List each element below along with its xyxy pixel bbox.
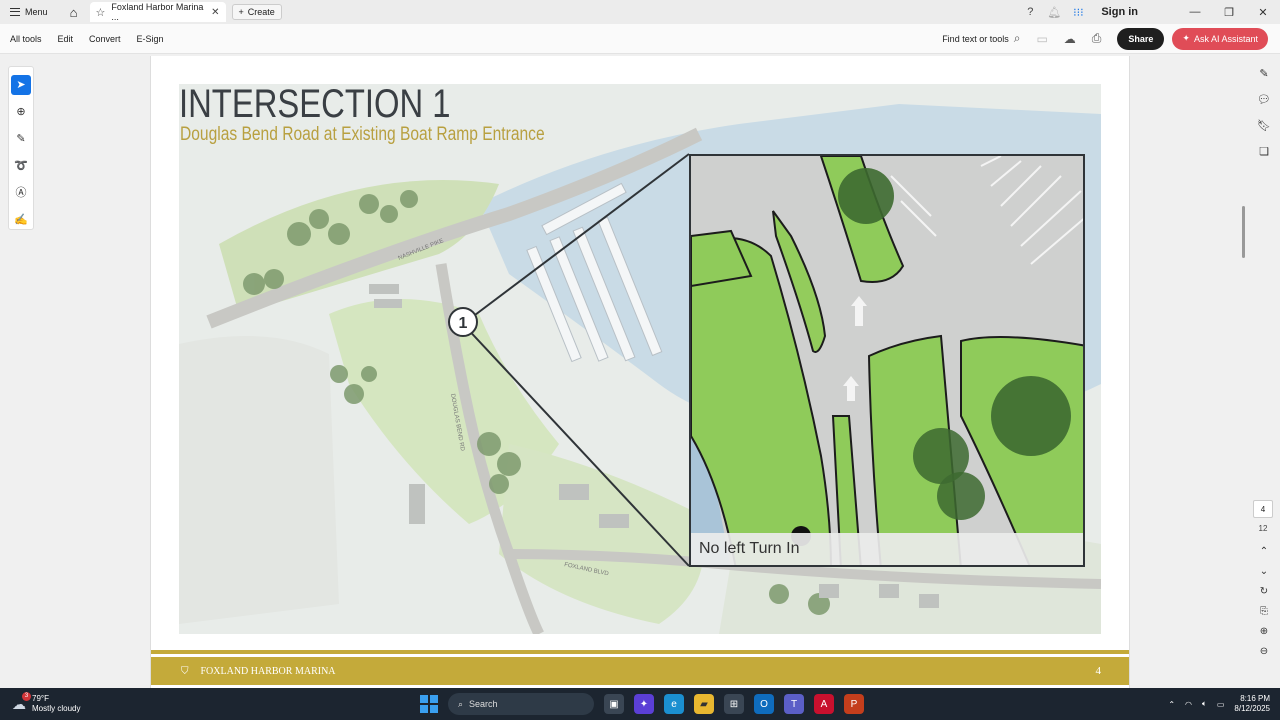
find-text-button[interactable]: Find text or tools ⌕ (942, 31, 1020, 46)
zoom-out-icon[interactable]: ⊖ (1260, 646, 1268, 657)
minimize-icon[interactable]: — (1178, 6, 1212, 19)
zoom-in-icon[interactable]: ⊕ (1260, 626, 1268, 637)
quick-tools-panel: ➤ ⊕ ✎ ➰ Ⓐ ✍ (8, 66, 34, 230)
page-up-icon[interactable]: ⌃ (1260, 546, 1268, 557)
close-window-icon[interactable]: ✕ (1246, 6, 1280, 19)
help-icon[interactable]: ? (1023, 6, 1037, 18)
intersection-detail-inset: No left Turn In (689, 154, 1085, 567)
outlook-icon[interactable]: O (754, 694, 774, 714)
footer-page-mark: 4 (1095, 665, 1102, 677)
footer-rule (151, 650, 1129, 654)
print-icon[interactable]: ⎙ (1092, 31, 1102, 46)
create-label: Create (247, 7, 275, 17)
weather-condition: Mostly cloudy (32, 704, 81, 713)
home-icon[interactable]: ⌂ (64, 2, 84, 22)
file-explorer-icon[interactable]: ▰ (694, 694, 714, 714)
intersection-detail-illustration (691, 156, 1083, 565)
select-cursor-icon[interactable]: ➤ (11, 75, 31, 95)
volume-icon[interactable]: 🔈︎ (1202, 699, 1207, 709)
vertical-scrollbar[interactable] (1242, 206, 1245, 258)
document-workspace: ➤ ⊕ ✎ ➰ Ⓐ ✍ NASHVILLE PIKE DOUGLAS BEND … (0, 54, 1280, 688)
refresh-icon[interactable]: ↻ (1260, 586, 1268, 597)
store-icon[interactable]: ⊞ (724, 694, 744, 714)
save-icon[interactable]: ▭ (1036, 32, 1047, 46)
menu-label: Menu (25, 7, 48, 17)
teams-icon[interactable]: T (784, 694, 804, 714)
ai-assistant-icon: ✦ (1182, 33, 1190, 43)
task-view-icon[interactable]: ▣ (604, 694, 624, 714)
title-bar: Menu ⌂ ☆ Foxland Harbor Marina ... ✕ + C… (0, 0, 1280, 24)
maximize-icon[interactable]: ❐ (1212, 6, 1246, 19)
tab-title: Foxland Harbor Marina ... (111, 2, 204, 22)
weather-widget[interactable]: ☁ 3 79°F Mostly cloudy (0, 691, 420, 714)
search-placeholder: Search (469, 699, 498, 709)
page-footer: ⛉ FOXLAND HARBOR MARINA 4 (151, 657, 1129, 685)
menu-button[interactable]: Menu (0, 0, 58, 24)
windows-taskbar: ☁ 3 79°F Mostly cloudy ⌕ Search ▣ ✦ e ▰ ⊞… (0, 688, 1280, 720)
star-icon[interactable]: ☆ (96, 6, 106, 19)
bookmark-icon[interactable]: 🔖︎ (1257, 112, 1271, 138)
sign-stamp-icon[interactable]: ✍ (11, 209, 31, 229)
time: 8:16 PM (1240, 694, 1270, 703)
page-down-icon[interactable]: ⌄ (1260, 566, 1268, 577)
ask-ai-assistant-button[interactable]: ✦ Ask AI Assistant (1172, 27, 1268, 50)
clock[interactable]: 8:16 PM 8/12/2025 (1234, 694, 1270, 714)
weather-badge: 3 (22, 691, 31, 701)
esign-menu[interactable]: E-Sign (137, 34, 164, 44)
search-icon: ⌕ (458, 698, 464, 709)
powerpoint-icon[interactable]: P (844, 694, 864, 714)
apps-grid-icon[interactable]: ⁝⁝⁝ (1071, 6, 1085, 19)
find-label: Find text or tools (942, 33, 1009, 44)
copilot-icon[interactable]: ✦ (634, 694, 654, 714)
battery-icon[interactable]: ▭ (1217, 700, 1225, 709)
edge-icon[interactable]: e (664, 694, 684, 714)
cloud-upload-icon[interactable]: ☁ (1064, 32, 1076, 46)
pdf-page: NASHVILLE PIKE DOUGLAS BEND RD FOXLAND B… (150, 56, 1130, 688)
close-tab-icon[interactable]: ✕ (211, 7, 219, 18)
wifi-icon[interactable]: ◠ (1185, 700, 1192, 709)
search-icon: ⌕ (1013, 31, 1021, 45)
page-subtitle: Douglas Bend Road at Existing Boat Ramp … (180, 124, 545, 145)
lasso-draw-icon[interactable]: ➰ (11, 155, 31, 175)
create-button[interactable]: + Create (231, 4, 282, 20)
comment-icon[interactable]: 💬︎ (1257, 86, 1271, 112)
date: 8/12/2025 (1234, 704, 1270, 713)
acrobat-icon[interactable]: A (814, 694, 834, 714)
ai-assistant-label: Ask AI Assistant (1193, 33, 1258, 44)
chevron-up-icon[interactable]: ⌃ (1168, 700, 1175, 709)
edit-menu[interactable]: Edit (58, 34, 74, 44)
main-toolbar: All tools Edit Convert E-Sign Find text … (0, 24, 1280, 54)
current-page-field[interactable]: 4 (1253, 500, 1273, 518)
edit-panel-icon[interactable]: ✎ (1259, 60, 1268, 86)
convert-menu[interactable]: Convert (89, 34, 121, 44)
footer-text: FOXLAND HARBOR MARINA (200, 665, 336, 677)
document-tab[interactable]: ☆ Foxland Harbor Marina ... ✕ (89, 2, 226, 22)
all-tools-menu[interactable]: All tools (10, 34, 42, 44)
temperature: 79°F (32, 694, 49, 703)
page-title: INTERSECTION 1 (179, 82, 451, 126)
pen-highlight-icon[interactable]: ✎ (11, 129, 31, 149)
zoom-comment-icon[interactable]: ⊕ (11, 102, 31, 122)
text-select-icon[interactable]: Ⓐ (11, 182, 31, 202)
windows-start-icon[interactable] (420, 695, 438, 713)
inset-caption: No left Turn In (691, 533, 1083, 565)
notification-icon[interactable]: 🔔︎ (1047, 6, 1061, 19)
hamburger-icon (10, 8, 20, 16)
sign-in-button[interactable]: Sign in (1101, 6, 1138, 18)
total-pages: 12 (1258, 524, 1268, 533)
marker-label: 1 (459, 315, 468, 332)
save-page-icon[interactable]: ⎘ (1260, 606, 1268, 617)
share-button[interactable]: Share (1117, 27, 1165, 50)
taskbar-search[interactable]: ⌕ Search (448, 693, 594, 715)
cloud-icon: ☁ 3 (12, 691, 31, 713)
pages-icon[interactable]: ❏ (1259, 138, 1269, 164)
plus-icon: + (238, 7, 244, 17)
system-tray: ⌃ ◠ 🔈︎ ▭ 8:16 PM 8/12/2025 (1168, 694, 1280, 714)
footer-logo-icon: ⛉ (181, 665, 189, 677)
